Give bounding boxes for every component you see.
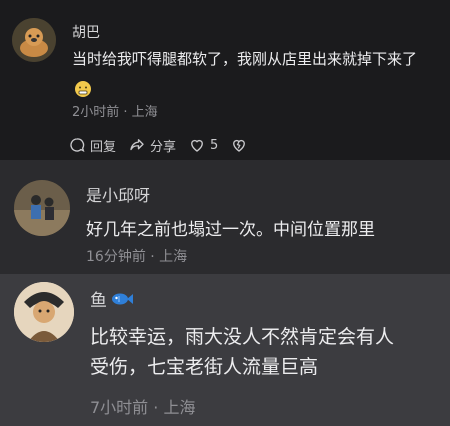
comment-text: 好几年之前也塌过一次。中间位置那里 — [86, 220, 375, 240]
like-count: 5 — [210, 137, 219, 153]
share-icon — [130, 139, 144, 151]
avatar[interactable] — [12, 18, 56, 62]
commenter-name-text: 鱼 — [90, 291, 107, 311]
like-button[interactable]: 5 — [188, 136, 218, 154]
comment-actions: 回复 分享 5 — [68, 135, 248, 155]
comment-text-line: 比较幸运，雨大没人不然肯定会有人 — [90, 326, 395, 348]
commenter-name[interactable]: 鱼 — [90, 286, 133, 311]
comment-item: 胡巴 当时给我吓得腿都软了，我刚从店里出来就掉下来了 2小时前 · 上海 回复 … — [0, 0, 450, 160]
avatar[interactable] — [14, 180, 70, 236]
emoji-icon — [74, 80, 92, 98]
comment-text-line: 受伤，七宝老街人流量巨高 — [90, 356, 319, 378]
reply-button[interactable]: 回复 — [68, 136, 116, 155]
comment-text: 比较幸运，雨大没人不然肯定会有人 受伤，七宝老街人流量巨高 — [90, 322, 440, 382]
comment-meta: 7小时前 · 上海 — [90, 398, 196, 417]
share-button[interactable]: 分享 — [128, 136, 176, 155]
comment-item: 是小邱呀 好几年之前也塌过一次。中间位置那里 16分钟前 · 上海 — [0, 160, 450, 274]
anime-character-avatar-icon — [14, 282, 74, 342]
comment-meta: 16分钟前 · 上海 — [86, 249, 188, 265]
dislike-button[interactable] — [230, 136, 248, 154]
reply-icon — [70, 138, 85, 152]
share-label: 分享 — [150, 139, 177, 155]
commenter-name[interactable]: 胡巴 — [72, 22, 100, 42]
comment-meta: 2小时前 · 上海 — [72, 105, 158, 120]
comment-text: 当时给我吓得腿都软了，我刚从店里出来就掉下来了 — [72, 50, 418, 68]
fish-icon — [112, 293, 133, 304]
reply-label: 回复 — [90, 139, 117, 155]
people-photo-avatar-icon — [14, 180, 70, 236]
commenter-name[interactable]: 是小邱呀 — [86, 182, 150, 206]
dislike-icon — [233, 139, 246, 152]
like-icon — [191, 139, 203, 152]
comment-item: 鱼 比较幸运，雨大没人不然肯定会有人 受伤，七宝老街人流量巨高 7小时前 · 上… — [0, 274, 450, 426]
avatar[interactable] — [14, 282, 74, 342]
dog-avatar-icon — [12, 18, 56, 62]
